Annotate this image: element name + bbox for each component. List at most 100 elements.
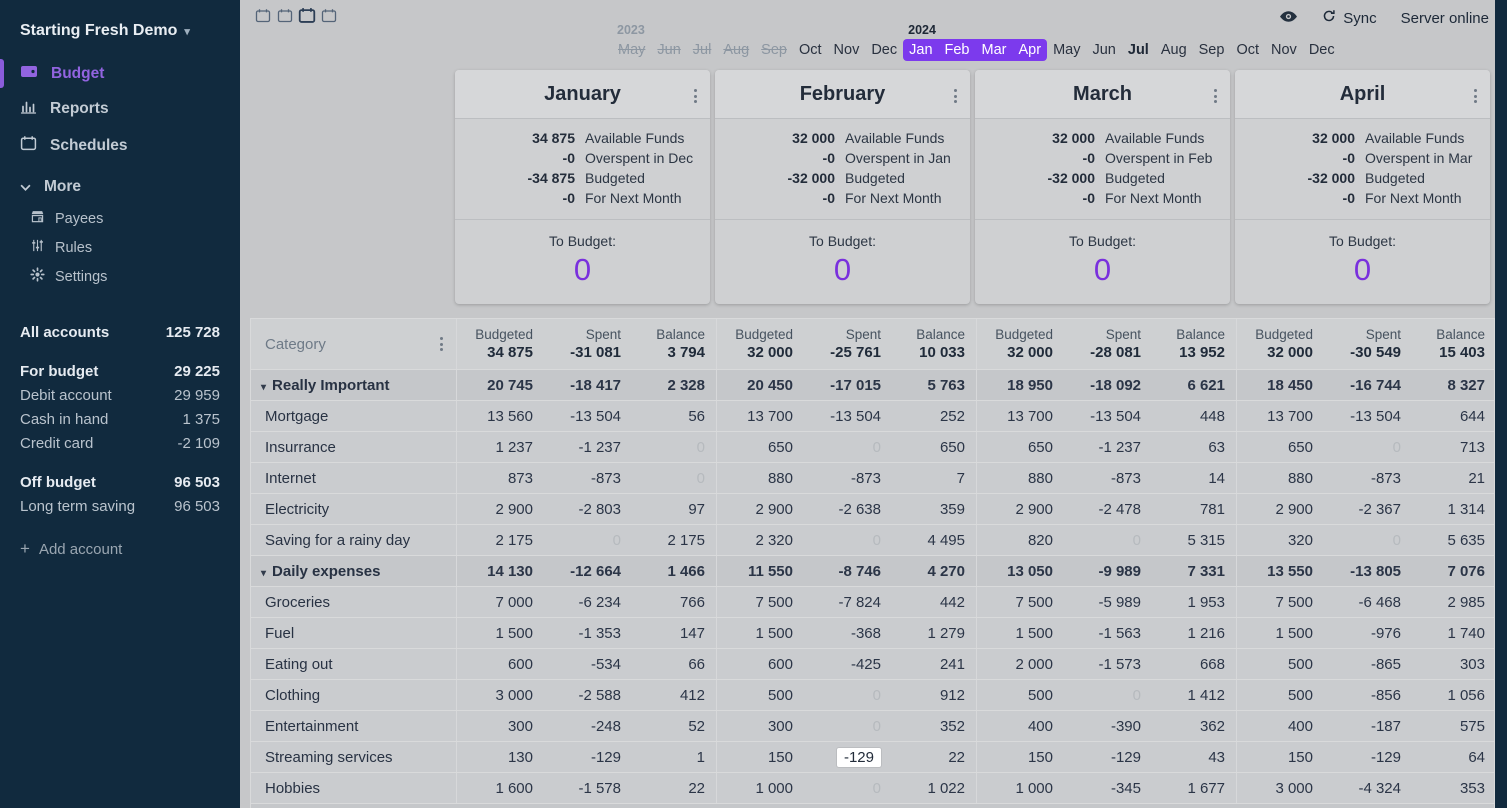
budget-cell[interactable]: 150 bbox=[977, 742, 1065, 772]
budget-cell[interactable]: -425 bbox=[805, 649, 893, 679]
category-name[interactable]: Entertainment bbox=[251, 711, 456, 741]
budget-cell[interactable]: 130 bbox=[457, 742, 545, 772]
budget-cell[interactable]: 0 bbox=[633, 463, 717, 493]
budget-cell[interactable]: 7 076 bbox=[1413, 556, 1497, 586]
budget-cell[interactable]: 150 bbox=[1237, 742, 1325, 772]
timeline-month-jun-13[interactable]: Jun bbox=[1086, 39, 1121, 61]
budget-cell[interactable]: 0 bbox=[1065, 525, 1153, 555]
timeline-month-jul-14[interactable]: Jul bbox=[1122, 39, 1155, 61]
budget-cell[interactable]: 7 000 bbox=[457, 587, 545, 617]
budget-cell[interactable]: 7 500 bbox=[977, 587, 1065, 617]
budget-cell[interactable]: 2 328 bbox=[633, 370, 717, 400]
view-3-months-button[interactable] bbox=[297, 7, 317, 29]
budget-cell[interactable]: -16 744 bbox=[1325, 370, 1413, 400]
budget-cell[interactable]: 150 bbox=[717, 742, 805, 772]
budget-cell[interactable]: 362 bbox=[1153, 711, 1237, 741]
category-name[interactable]: Electricity bbox=[251, 494, 456, 524]
budget-cell[interactable]: 22 bbox=[893, 742, 977, 772]
budget-cell[interactable]: 575 bbox=[1413, 711, 1497, 741]
budget-cell[interactable]: 0 bbox=[805, 525, 893, 555]
budget-cell[interactable]: 880 bbox=[977, 463, 1065, 493]
budget-file-selector[interactable]: Starting Fresh Demo bbox=[0, 0, 240, 40]
budget-cell[interactable]: 500 bbox=[977, 680, 1065, 710]
privacy-eye-button[interactable] bbox=[1279, 10, 1298, 27]
budget-cell[interactable]: 500 bbox=[1237, 680, 1325, 710]
budget-cell[interactable]: 0 bbox=[1325, 432, 1413, 462]
budget-cell[interactable]: 64 bbox=[1413, 742, 1497, 772]
timeline-month-jun-1[interactable]: Jun bbox=[651, 39, 686, 61]
budget-cell[interactable]: 4 270 bbox=[893, 556, 977, 586]
account-row-long-term-saving[interactable]: Long term saving 96 503 bbox=[20, 495, 220, 519]
budget-cell[interactable]: 600 bbox=[717, 649, 805, 679]
budget-cell[interactable]: 3 000 bbox=[457, 680, 545, 710]
budget-cell[interactable]: 668 bbox=[1153, 649, 1237, 679]
budget-cell[interactable]: 1 056 bbox=[1413, 680, 1497, 710]
category-name[interactable]: Internet bbox=[251, 463, 456, 493]
budget-cell[interactable]: 1 740 bbox=[1413, 618, 1497, 648]
budget-cell[interactable]: 13 700 bbox=[977, 401, 1065, 431]
budget-cell[interactable]: 912 bbox=[893, 680, 977, 710]
timeline-month-jan-8[interactable]: Jan2024 bbox=[903, 39, 938, 61]
budget-cell[interactable]: 1 279 bbox=[893, 618, 977, 648]
budget-cell[interactable]: 0 bbox=[545, 525, 633, 555]
sidebar-more-toggle[interactable]: More bbox=[0, 170, 240, 204]
budget-cell[interactable]: 8 327 bbox=[1413, 370, 1497, 400]
timeline-month-mar-10[interactable]: Mar bbox=[976, 39, 1013, 61]
budget-cell[interactable]: 6 621 bbox=[1153, 370, 1237, 400]
to-budget-amount[interactable]: 0 bbox=[455, 252, 710, 288]
budget-cell[interactable]: 1 500 bbox=[1237, 618, 1325, 648]
budget-cell[interactable]: 2 985 bbox=[1413, 587, 1497, 617]
budget-cell[interactable]: -976 bbox=[1325, 618, 1413, 648]
budget-cell[interactable]: -6 468 bbox=[1325, 587, 1413, 617]
sync-button[interactable]: Sync bbox=[1322, 9, 1376, 27]
budget-cell[interactable]: -13 504 bbox=[1065, 401, 1153, 431]
budget-cell[interactable]: -13 504 bbox=[1325, 401, 1413, 431]
budget-cell[interactable]: -390 bbox=[1065, 711, 1153, 741]
all-accounts-row[interactable]: All accounts 125 728 bbox=[20, 321, 220, 345]
to-budget-amount[interactable]: 0 bbox=[715, 252, 970, 288]
budget-cell[interactable]: -345 bbox=[1065, 773, 1153, 803]
account-row-debit-account[interactable]: Debit account 29 959 bbox=[20, 384, 220, 408]
budget-cell[interactable]: 2 900 bbox=[457, 494, 545, 524]
budget-cell[interactable]: 2 175 bbox=[633, 525, 717, 555]
budget-cell[interactable]: 320 bbox=[1237, 525, 1325, 555]
budget-cell[interactable]: -1 237 bbox=[1065, 432, 1153, 462]
budget-cell[interactable]: -13 504 bbox=[545, 401, 633, 431]
budget-cell[interactable]: -12 664 bbox=[545, 556, 633, 586]
budget-cell[interactable]: 241 bbox=[893, 649, 977, 679]
category-name[interactable]: Fuel bbox=[251, 618, 456, 648]
budget-cell[interactable]: -9 989 bbox=[1065, 556, 1153, 586]
sidebar-item-reports[interactable]: Reports bbox=[0, 91, 240, 127]
view-4-months-button[interactable] bbox=[320, 8, 338, 28]
budget-cell[interactable]: 147 bbox=[633, 618, 717, 648]
budget-cell[interactable]: 1 314 bbox=[1413, 494, 1497, 524]
budget-cell[interactable]: 1 677 bbox=[1153, 773, 1237, 803]
sidebar-item-payees[interactable]: Payees bbox=[0, 204, 240, 233]
budget-cell[interactable]: 650 bbox=[977, 432, 1065, 462]
sidebar-item-schedules[interactable]: Schedules bbox=[0, 127, 240, 164]
category-name[interactable]: Clothing bbox=[251, 680, 456, 710]
budget-cell[interactable]: 353 bbox=[1413, 773, 1497, 803]
budget-cell[interactable]: 97 bbox=[633, 494, 717, 524]
budget-cell[interactable]: 412 bbox=[633, 680, 717, 710]
budget-cell[interactable]: -187 bbox=[1325, 711, 1413, 741]
budget-cell[interactable]: 7 bbox=[893, 463, 977, 493]
budget-cell[interactable]: 7 500 bbox=[717, 587, 805, 617]
sidebar-item-budget[interactable]: Budget bbox=[0, 56, 240, 91]
category-name[interactable]: Mortgage bbox=[251, 401, 456, 431]
server-status[interactable]: Server online bbox=[1401, 10, 1489, 27]
timeline-month-jul-2[interactable]: Jul bbox=[687, 39, 718, 61]
budget-cell[interactable]: 21 bbox=[1413, 463, 1497, 493]
view-2-months-button[interactable] bbox=[276, 8, 294, 28]
budget-cell[interactable]: 52 bbox=[633, 711, 717, 741]
timeline-month-may-0[interactable]: May2023 bbox=[612, 39, 651, 61]
budget-cell[interactable]: -129 bbox=[545, 742, 633, 772]
budget-cell[interactable]: 650 bbox=[717, 432, 805, 462]
group-name[interactable]: Daily expenses bbox=[251, 556, 456, 586]
budget-cell[interactable]: 1 000 bbox=[717, 773, 805, 803]
budget-cell[interactable]: 1 600 bbox=[457, 773, 545, 803]
timeline-month-may-12[interactable]: May bbox=[1047, 39, 1086, 61]
budget-cell[interactable]: 644 bbox=[1413, 401, 1497, 431]
budget-cell[interactable]: 20 450 bbox=[717, 370, 805, 400]
category-name[interactable]: Streaming services bbox=[251, 742, 456, 772]
